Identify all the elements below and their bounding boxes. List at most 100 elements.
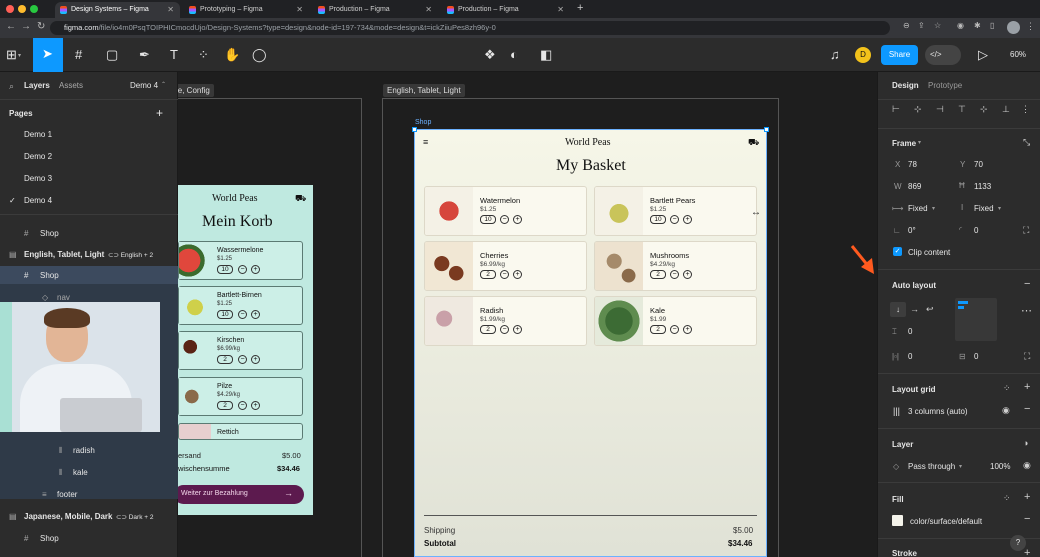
rotation-input[interactable]: 0° xyxy=(908,226,916,235)
chevron-down-icon[interactable]: ▾ xyxy=(959,463,962,470)
align-middle-icon[interactable]: ⊹ xyxy=(980,104,988,115)
cart-item[interactable]: Mushrooms $4.29/kg 2 − + xyxy=(594,241,757,291)
plus-icon[interactable]: + xyxy=(683,270,692,279)
tab-layers[interactable]: Layers xyxy=(24,81,50,90)
bookmark-star-icon[interactable]: ☆ xyxy=(934,21,941,30)
quantity-field[interactable]: 2 xyxy=(480,270,496,279)
more-options-icon[interactable]: ⋯ xyxy=(1021,304,1032,317)
browser-tab-production-2[interactable]: Production – Figma ✕ xyxy=(442,2,570,18)
variable-mode-badge[interactable]: ⊂⊃ Dark + 2 xyxy=(116,513,153,521)
cart-item[interactable]: Pilze $4.29/kg 2 − + xyxy=(178,377,303,416)
variable-mode-badge[interactable]: ⊂⊃ English + 2 xyxy=(108,251,153,259)
cart-item[interactable]: Rettich xyxy=(178,423,303,440)
quantity-field[interactable]: 10 xyxy=(217,265,233,274)
layer-kale[interactable]: kale xyxy=(73,468,88,477)
width-input[interactable]: 869 xyxy=(908,182,921,191)
quantity-field[interactable]: 2 xyxy=(650,325,666,334)
minus-icon[interactable]: − xyxy=(500,270,509,279)
chevron-down-icon[interactable]: ▾ xyxy=(998,205,1001,212)
plus-icon[interactable]: + xyxy=(251,310,260,319)
opacity-input[interactable]: 100% xyxy=(990,462,1010,471)
boolean-icon[interactable]: ◧ xyxy=(540,47,552,63)
contrast-icon[interactable]: ◐ xyxy=(510,47,518,63)
layer-english-tablet-light[interactable]: English, Tablet, Light xyxy=(24,250,104,259)
selection-handle[interactable] xyxy=(412,127,417,132)
layer-radish[interactable]: radish xyxy=(73,446,95,455)
plus-icon[interactable]: + xyxy=(513,325,522,334)
sidebar-icon[interactable]: ▯ xyxy=(990,21,994,30)
height-input[interactable]: 1133 xyxy=(974,182,991,191)
section-label-english-tablet-light[interactable]: English, Tablet, Light xyxy=(383,84,465,97)
page-item-demo-4[interactable]: Demo 4 xyxy=(24,196,52,205)
tab-prototype[interactable]: Prototype xyxy=(928,81,962,90)
hamburger-menu-icon[interactable]: ≡ xyxy=(423,137,428,147)
browser-tab-prototyping[interactable]: Prototyping – Figma ✕ xyxy=(184,2,309,18)
cart-item[interactable]: Cherries $6.99/kg 2 − + xyxy=(424,241,587,291)
minus-icon[interactable]: − xyxy=(238,310,247,319)
layout-grid-value[interactable]: 3 columns (auto) xyxy=(908,407,968,416)
align-right-icon[interactable]: ⊣ xyxy=(936,104,944,115)
padding-horizontal-input[interactable]: 0 xyxy=(908,352,912,361)
url-input[interactable]: figma.com/file/io4m0PsqTOIPHICmocdUjo/De… xyxy=(50,21,890,35)
chevron-down-icon[interactable]: ▾ xyxy=(918,139,921,146)
quantity-field[interactable]: 2 xyxy=(217,355,233,364)
cart-item[interactable]: Wassermelone $1.25 10 − + xyxy=(178,241,303,280)
browser-menu-icon[interactable]: ⋮ xyxy=(1026,21,1035,32)
eye-icon[interactable]: ◉ xyxy=(1002,405,1010,416)
padding-vertical-input[interactable]: 0 xyxy=(974,352,978,361)
profile-avatar[interactable] xyxy=(1007,21,1020,34)
layer-shop-selected[interactable]: Shop xyxy=(40,271,59,280)
comment-tool-icon[interactable]: ◯ xyxy=(252,47,267,63)
fill-swatch[interactable] xyxy=(892,515,903,526)
chevron-down-icon[interactable]: ▾ xyxy=(932,205,935,212)
minimize-window-icon[interactable] xyxy=(18,5,26,13)
width-mode-select[interactable]: Fixed xyxy=(908,204,928,213)
move-tool-button[interactable]: ➤ xyxy=(33,38,63,72)
plus-icon[interactable]: + xyxy=(683,215,692,224)
plus-icon[interactable]: + xyxy=(251,265,260,274)
checkout-button[interactable]: Weiter zur Bezahlung → xyxy=(178,485,304,504)
cart-item[interactable]: Bartlett Pears $1.25 10 − + xyxy=(594,186,757,236)
add-page-icon[interactable]: + xyxy=(156,106,163,120)
browser-tab-production[interactable]: Production – Figma ✕ xyxy=(313,2,438,18)
user-avatar[interactable]: D xyxy=(855,47,871,63)
pen-tool-icon[interactable]: ✒ xyxy=(139,47,150,63)
maximize-window-icon[interactable] xyxy=(30,5,38,13)
close-tab-icon[interactable]: ✕ xyxy=(296,2,303,18)
columns-icon[interactable]: ||| xyxy=(893,406,900,416)
minus-icon[interactable]: − xyxy=(500,215,509,224)
quantity-field[interactable]: 10 xyxy=(480,215,496,224)
remove-fill-icon[interactable]: − xyxy=(1024,513,1030,525)
reload-icon[interactable]: ↻ xyxy=(37,21,45,32)
clip-content-checkbox[interactable]: ✓ xyxy=(893,247,902,256)
close-window-icon[interactable] xyxy=(6,5,14,13)
quantity-field[interactable]: 10 xyxy=(217,310,233,319)
blend-mode-select[interactable]: Pass through xyxy=(908,462,955,471)
minus-icon[interactable]: − xyxy=(238,265,247,274)
rectangle-tool-icon[interactable]: ▢ xyxy=(106,47,118,63)
quantity-field[interactable]: 2 xyxy=(217,401,233,410)
layer-footer[interactable]: footer xyxy=(57,490,77,499)
x-input[interactable]: 78 xyxy=(908,160,917,169)
minus-icon[interactable]: − xyxy=(238,355,247,364)
fill-style-name[interactable]: color/surface/default xyxy=(910,517,982,526)
layer-shop[interactable]: Shop xyxy=(40,534,59,543)
share-button[interactable]: Share xyxy=(881,45,918,65)
search-icon[interactable]: ⌕ xyxy=(9,81,14,92)
align-center-h-icon[interactable]: ⊹ xyxy=(914,104,922,115)
minus-icon[interactable]: − xyxy=(670,270,679,279)
cart-item[interactable]: Watermelon $1.25 10 − + xyxy=(424,186,587,236)
plus-icon[interactable]: + xyxy=(513,215,522,224)
plus-icon[interactable]: + xyxy=(683,325,692,334)
minus-icon[interactable]: − xyxy=(238,401,247,410)
gap-input[interactable]: 0 xyxy=(908,327,912,336)
present-icon[interactable]: ▷ xyxy=(978,47,988,63)
back-icon[interactable]: ← xyxy=(6,21,16,32)
hand-tool-icon[interactable]: ✋ xyxy=(224,47,240,63)
minus-icon[interactable]: − xyxy=(500,325,509,334)
close-tab-icon[interactable]: ✕ xyxy=(167,2,174,18)
distribute-icon[interactable]: ⋮ xyxy=(1021,104,1030,115)
chevron-down-icon[interactable]: ▾ xyxy=(18,52,21,59)
text-tool-icon[interactable]: T xyxy=(170,47,178,63)
mobile-shop-frame[interactable]: World Peas ⛟ Mein Korb Wassermelone $1.2… xyxy=(178,185,313,515)
